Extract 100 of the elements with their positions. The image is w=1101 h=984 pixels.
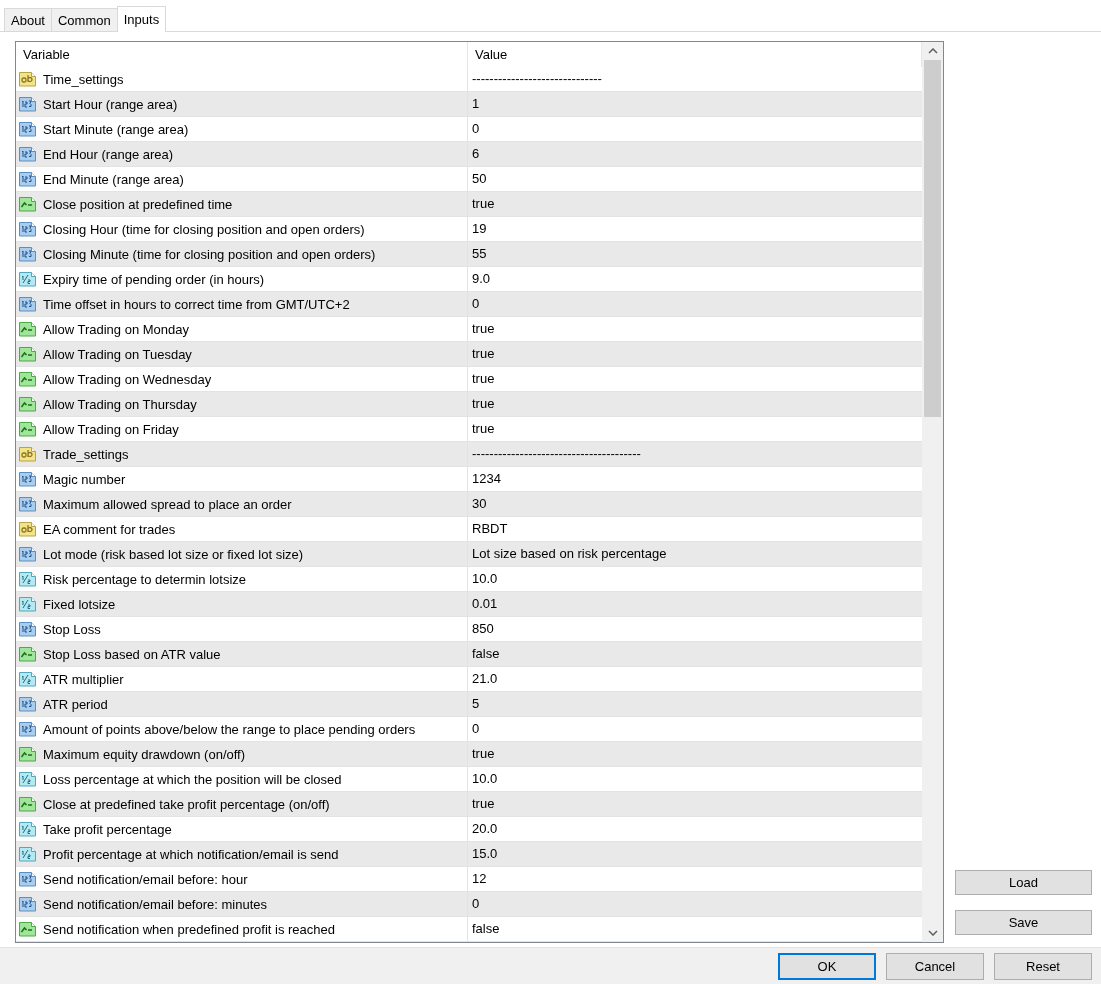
variable-name: Time offset in hours to correct time from GMT/UTC+2	[43, 296, 350, 312]
variable-name: Closing Minute (time for closing position and open orders)	[43, 246, 376, 262]
number-type-icon	[18, 270, 37, 288]
variable-name: Maximum allowed spread to place an order	[43, 496, 292, 512]
scroll-up-icon[interactable]	[927, 48, 938, 54]
dialog-button[interactable]: Cancel	[886, 952, 984, 980]
value-cell[interactable]: 20.0	[468, 817, 922, 841]
tab[interactable]: Inputs	[116, 6, 167, 32]
variable-name: Start Hour (range area)	[43, 96, 178, 112]
value-cell[interactable]: 30	[468, 492, 922, 516]
value-cell[interactable]: ---------------------------------------	[468, 442, 922, 466]
value-cell[interactable]: 50	[468, 167, 922, 191]
toggle-icon	[18, 370, 37, 388]
variable-name: Stop Loss	[43, 621, 101, 637]
value-cell[interactable]: 0	[468, 292, 922, 316]
number-type-icon	[18, 295, 37, 313]
variable-name: Send notification/email before: minutes	[43, 896, 267, 912]
text-type-icon	[18, 70, 37, 88]
value-cell[interactable]: 1	[468, 92, 922, 116]
value-cell[interactable]: 1234	[468, 467, 922, 491]
variable-name: Risk percentage to determin lotsize	[43, 571, 247, 587]
toggle-icon	[18, 395, 37, 413]
scrollbar[interactable]	[922, 42, 943, 942]
text-type-icon	[18, 520, 37, 538]
number-type-icon	[18, 620, 37, 638]
value-cell[interactable]: Lot size based on risk percentage	[468, 542, 922, 566]
variable-name: Amount of points above/below the range to place pending orders	[43, 721, 416, 737]
value-cell[interactable]: true	[468, 367, 922, 391]
number-type-icon	[18, 845, 37, 863]
toggle-icon	[18, 795, 37, 813]
number-type-icon	[18, 245, 37, 263]
dialog-button[interactable]: Reset	[994, 952, 1092, 980]
value-cell[interactable]: 0.01	[468, 592, 922, 616]
toggle-icon	[18, 345, 37, 363]
variable-name: Maximum equity drawdown (on/off)	[43, 746, 246, 762]
number-type-icon	[18, 820, 37, 838]
tab[interactable]: About	[4, 8, 52, 31]
side-button[interactable]: Save	[955, 910, 1092, 935]
variable-name: End Minute (range area)	[43, 171, 184, 187]
value-cell[interactable]: 6	[468, 142, 922, 166]
number-type-icon	[18, 695, 37, 713]
toggle-icon	[18, 920, 37, 938]
value-cell[interactable]: true	[468, 342, 922, 366]
number-type-icon	[18, 895, 37, 913]
side-button[interactable]: Load	[955, 870, 1092, 895]
variable-name: Time_settings	[43, 71, 124, 87]
value-cell[interactable]: false	[468, 642, 922, 666]
scroll-down-icon[interactable]	[927, 930, 938, 936]
variable-name: EA comment for trades	[43, 521, 176, 537]
column-header[interactable]: Variable	[16, 42, 468, 67]
value-cell[interactable]: ------------------------------	[468, 67, 922, 91]
variable-name: Trade_settings	[43, 446, 129, 462]
variable-name: Loss percentage at which the position will be closed	[43, 771, 342, 787]
number-type-icon	[18, 120, 37, 138]
value-cell[interactable]: false	[468, 917, 922, 941]
value-cell[interactable]: 10.0	[468, 767, 922, 791]
tab[interactable]: Common	[51, 8, 118, 31]
value-cell[interactable]: 12	[468, 867, 922, 891]
dialog-button[interactable]: OK	[778, 952, 876, 980]
value-cell[interactable]: 0	[468, 117, 922, 141]
value-cell[interactable]: true	[468, 317, 922, 341]
value-cell[interactable]: 19	[468, 217, 922, 241]
variable-name: End Hour (range area)	[43, 146, 174, 162]
scroll-thumb[interactable]	[924, 60, 941, 417]
number-type-icon	[18, 470, 37, 488]
value-cell[interactable]: true	[468, 742, 922, 766]
variable-name: Allow Trading on Wednesday	[43, 371, 212, 387]
value-cell[interactable]: 0	[468, 717, 922, 741]
number-type-icon	[18, 220, 37, 238]
variable-name: Fixed lotsize	[43, 596, 116, 612]
variable-name: Allow Trading on Friday	[43, 421, 179, 437]
variable-name: Closing Hour (time for closing position and open orders)	[43, 221, 365, 237]
value-cell[interactable]: true	[468, 417, 922, 441]
value-cell[interactable]: RBDT	[468, 517, 922, 541]
number-type-icon	[18, 495, 37, 513]
variable-name: Allow Trading on Monday	[43, 321, 189, 337]
variable-name: Close at predefined take profit percentage (on/off)	[43, 796, 330, 812]
number-type-icon	[18, 720, 37, 738]
value-cell[interactable]: 0	[468, 892, 922, 916]
number-type-icon	[18, 595, 37, 613]
toggle-icon	[18, 320, 37, 338]
variable-name: ATR period	[43, 696, 108, 712]
variable-name: Expiry time of pending order (in hours)	[43, 271, 265, 287]
number-type-icon	[18, 670, 37, 688]
value-cell[interactable]: 10.0	[468, 567, 922, 591]
value-cell[interactable]: 9.0	[468, 267, 922, 291]
value-cell[interactable]: true	[468, 792, 922, 816]
toggle-icon	[18, 745, 37, 763]
value-cell[interactable]: 55	[468, 242, 922, 266]
variable-name: Take profit percentage	[43, 821, 172, 837]
value-cell[interactable]: 15.0	[468, 842, 922, 866]
value-cell[interactable]: 850	[468, 617, 922, 641]
value-cell[interactable]: true	[468, 392, 922, 416]
value-cell[interactable]: true	[468, 192, 922, 216]
variable-name: Send notification when predefined profit is reached	[43, 921, 335, 937]
value-cell[interactable]: 21.0	[468, 667, 922, 691]
number-type-icon	[18, 770, 37, 788]
value-cell[interactable]: 5	[468, 692, 922, 716]
variable-name: Stop Loss based on ATR value	[43, 646, 221, 662]
variable-name: Allow Trading on Thursday	[43, 396, 197, 412]
